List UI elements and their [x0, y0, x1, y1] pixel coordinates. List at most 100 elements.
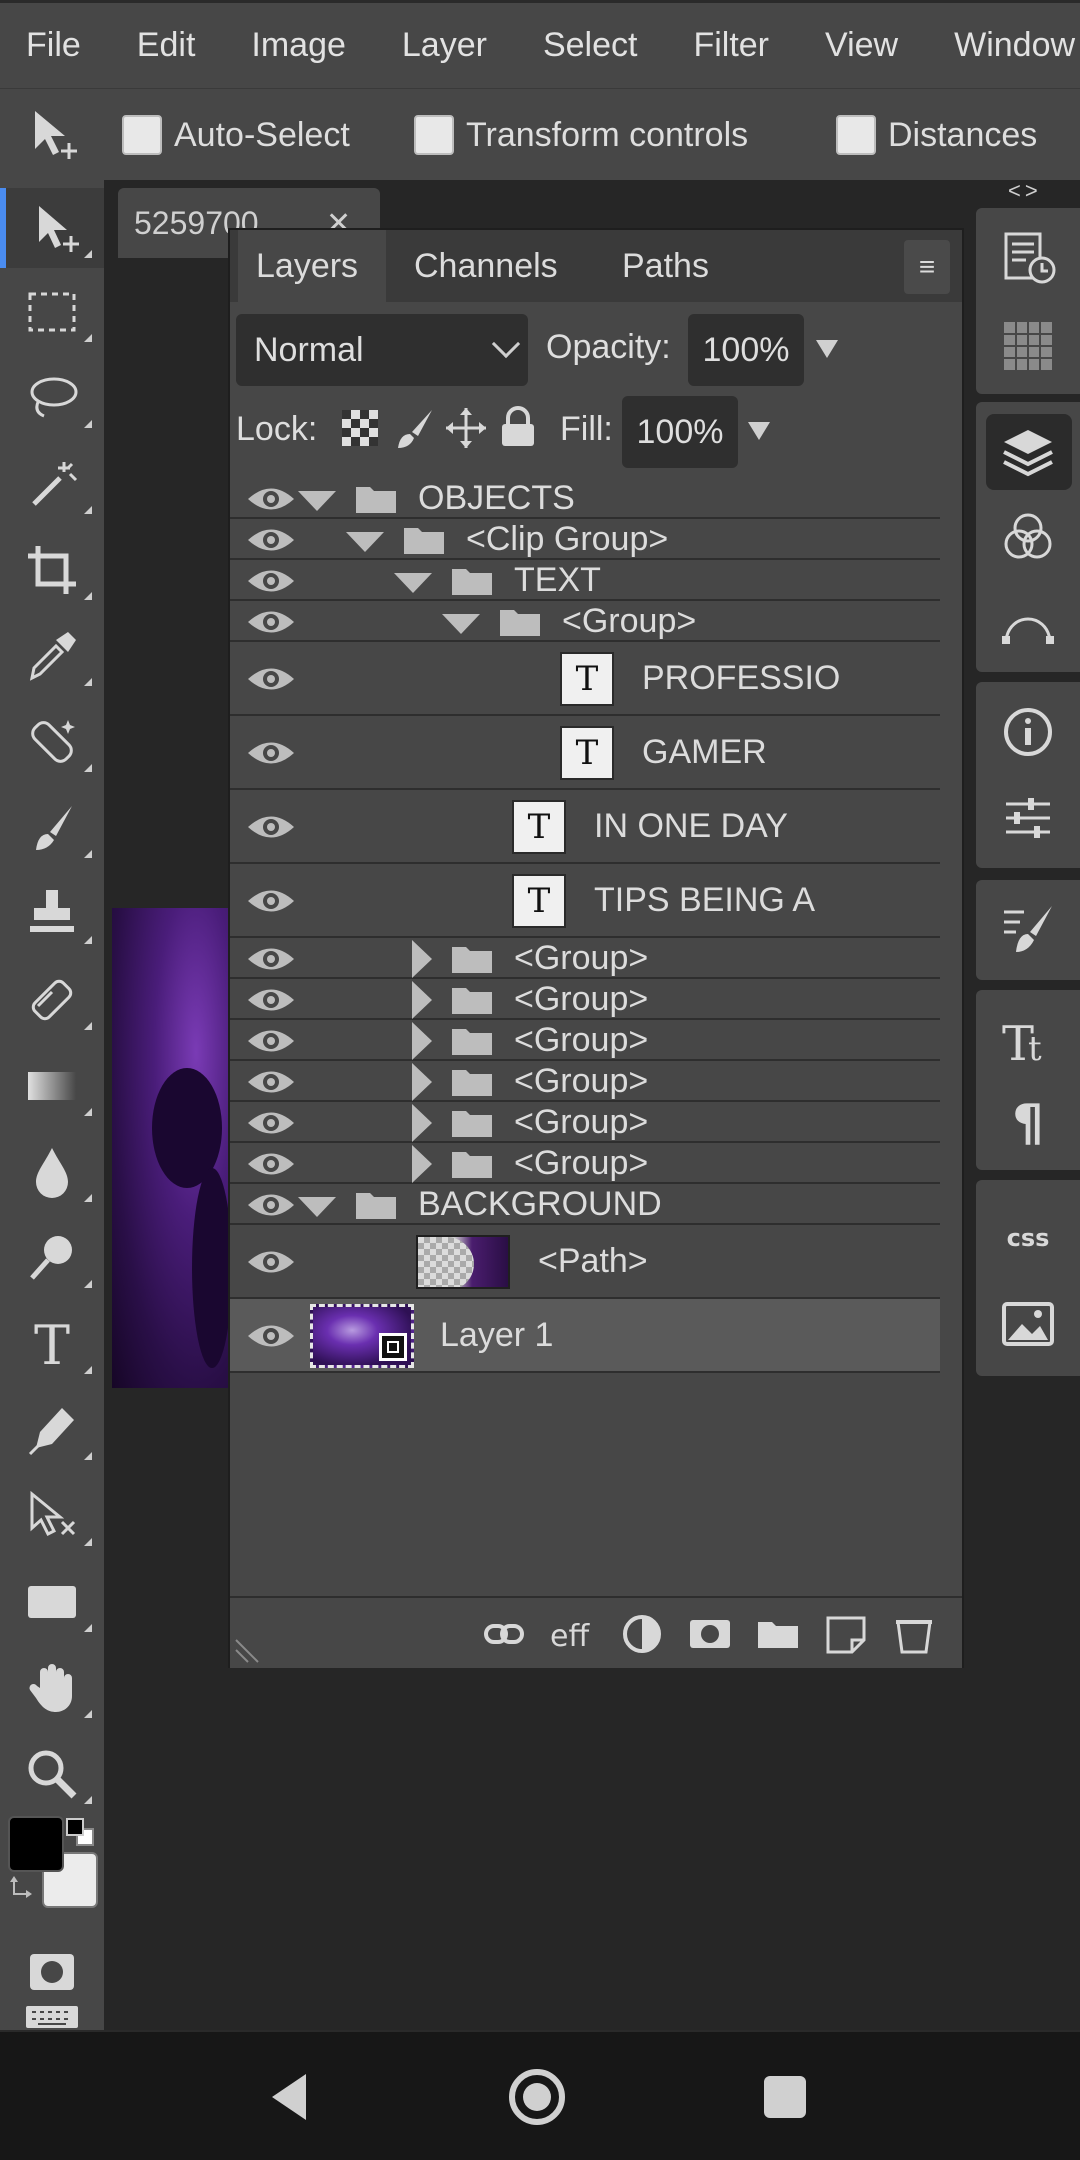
default-colors-black[interactable] — [66, 1818, 84, 1836]
visibility-eye-icon[interactable] — [246, 605, 296, 639]
collapse-triangle-icon[interactable] — [442, 613, 480, 634]
lock-all-icon[interactable] — [496, 404, 540, 448]
layer-row[interactable]: <Path> — [230, 1225, 940, 1299]
layer-row[interactable]: BACKGROUND — [230, 1184, 940, 1225]
distances-checkbox[interactable] — [836, 115, 876, 155]
menu-file[interactable]: File — [26, 26, 81, 65]
transform-controls-checkbox[interactable] — [414, 115, 454, 155]
home-icon[interactable] — [502, 2062, 572, 2132]
tab-channels[interactable]: Channels — [396, 230, 576, 302]
expand-triangle-icon[interactable] — [412, 1103, 432, 1142]
menu-view[interactable]: View — [825, 26, 898, 65]
visibility-eye-icon[interactable] — [246, 1147, 296, 1181]
visibility-eye-icon[interactable] — [246, 1024, 296, 1058]
menu-select[interactable]: Select — [543, 26, 638, 65]
crop-tool[interactable] — [0, 530, 104, 610]
menu-image[interactable]: Image — [251, 26, 346, 65]
channels-button[interactable] — [976, 496, 1080, 580]
auto-select-checkbox[interactable] — [122, 115, 162, 155]
visibility-eye-icon[interactable] — [246, 1106, 296, 1140]
gradient-tool[interactable] — [0, 1046, 104, 1126]
swap-colors-icon[interactable] — [10, 1874, 36, 1900]
auto-select-option[interactable]: Auto-Select — [122, 113, 350, 157]
panel-menu-button[interactable]: ≡ — [904, 240, 950, 294]
expand-triangle-icon[interactable] — [412, 1021, 432, 1060]
menu-edit[interactable]: Edit — [137, 26, 196, 65]
lock-position-icon[interactable] — [444, 406, 488, 450]
healing-tool[interactable] — [0, 702, 104, 782]
pen-tool[interactable] — [0, 1390, 104, 1470]
brush-settings-button[interactable] — [976, 888, 1080, 972]
zoom-tool[interactable] — [0, 1734, 104, 1814]
collapse-triangle-icon[interactable] — [298, 490, 336, 511]
layer-row[interactable]: <Clip Group> — [230, 519, 940, 560]
adjustment-icon[interactable] — [620, 1612, 664, 1656]
new-layer-icon[interactable] — [824, 1612, 868, 1656]
hand-tool[interactable] — [0, 1648, 104, 1728]
menu-layer[interactable]: Layer — [402, 26, 487, 65]
collapse-panels-button[interactable]: <> — [1008, 178, 1042, 204]
visibility-eye-icon[interactable] — [246, 884, 296, 918]
paragraph-button[interactable]: ¶ — [976, 1078, 1080, 1162]
distances-option[interactable]: Distances — [836, 113, 1037, 157]
image-button[interactable] — [976, 1282, 1080, 1366]
layer-row[interactable]: T PROFESSIO — [230, 642, 940, 716]
tab-paths[interactable]: Paths — [604, 230, 727, 302]
collapse-triangle-icon[interactable] — [394, 572, 432, 593]
type-tool[interactable]: T — [0, 1304, 104, 1384]
brush-tool[interactable] — [0, 788, 104, 868]
expand-triangle-icon[interactable] — [412, 980, 432, 1019]
css-button[interactable]: css — [976, 1194, 1080, 1278]
stamp-tool[interactable] — [0, 874, 104, 954]
layer-row[interactable]: <Group> — [230, 1061, 940, 1102]
visibility-eye-icon[interactable] — [246, 1065, 296, 1099]
layer-row[interactable]: T IN ONE DAY — [230, 790, 940, 864]
paths-button[interactable] — [976, 580, 1080, 664]
new-folder-icon[interactable] — [756, 1612, 800, 1656]
visibility-eye-icon[interactable] — [246, 1319, 296, 1353]
layer-row[interactable]: <Group> — [230, 938, 940, 979]
shape-tool[interactable] — [0, 1562, 104, 1642]
visibility-eye-icon[interactable] — [246, 942, 296, 976]
character-button[interactable]: T t — [976, 998, 1080, 1082]
history-button[interactable] — [976, 216, 1080, 300]
mask-icon[interactable] — [688, 1612, 732, 1656]
marquee-tool[interactable] — [0, 272, 104, 352]
layers-button[interactable] — [976, 410, 1080, 494]
layer-row[interactable]: T TIPS BEING A — [230, 864, 940, 938]
layer-row[interactable]: <Group> — [230, 1143, 940, 1184]
link-icon[interactable] — [482, 1612, 526, 1656]
blend-mode-select[interactable]: Normal — [236, 314, 528, 386]
layer-row[interactable]: <Group> — [230, 1102, 940, 1143]
canvas-image[interactable] — [112, 908, 232, 1388]
layer-row[interactable]: <Group> — [230, 1020, 940, 1061]
visibility-eye-icon[interactable] — [246, 662, 296, 696]
visibility-eye-icon[interactable] — [246, 810, 296, 844]
recents-icon[interactable] — [750, 2062, 820, 2132]
fill-dropdown-icon[interactable] — [748, 422, 770, 440]
layer-row[interactable]: <Group> — [230, 979, 940, 1020]
fill-input[interactable]: 100% — [622, 396, 738, 468]
menu-filter[interactable]: Filter — [693, 26, 769, 65]
opacity-dropdown-icon[interactable] — [816, 340, 838, 358]
magic-wand-tool[interactable] — [0, 444, 104, 524]
visibility-eye-icon[interactable] — [246, 564, 296, 598]
visibility-eye-icon[interactable] — [246, 983, 296, 1017]
lock-pixels-icon[interactable] — [392, 406, 436, 450]
visibility-eye-icon[interactable] — [246, 523, 296, 557]
lasso-tool[interactable] — [0, 358, 104, 438]
lock-transparency-icon[interactable] — [338, 406, 382, 450]
visibility-eye-icon[interactable] — [246, 1245, 296, 1279]
eraser-tool[interactable] — [0, 960, 104, 1040]
blur-tool[interactable] — [0, 1132, 104, 1212]
back-icon[interactable] — [256, 2062, 326, 2132]
layer-row[interactable]: OBJECTS — [230, 478, 940, 519]
resize-grip-icon[interactable] — [234, 1634, 264, 1664]
move-tool[interactable] — [0, 188, 104, 268]
swatches-button[interactable] — [976, 304, 1080, 388]
menu-window[interactable]: Window — [954, 26, 1075, 65]
info-button[interactable] — [976, 690, 1080, 774]
foreground-color-swatch[interactable] — [8, 1816, 64, 1872]
dodge-tool[interactable] — [0, 1218, 104, 1298]
transform-controls-option[interactable]: Transform controls — [414, 113, 748, 157]
